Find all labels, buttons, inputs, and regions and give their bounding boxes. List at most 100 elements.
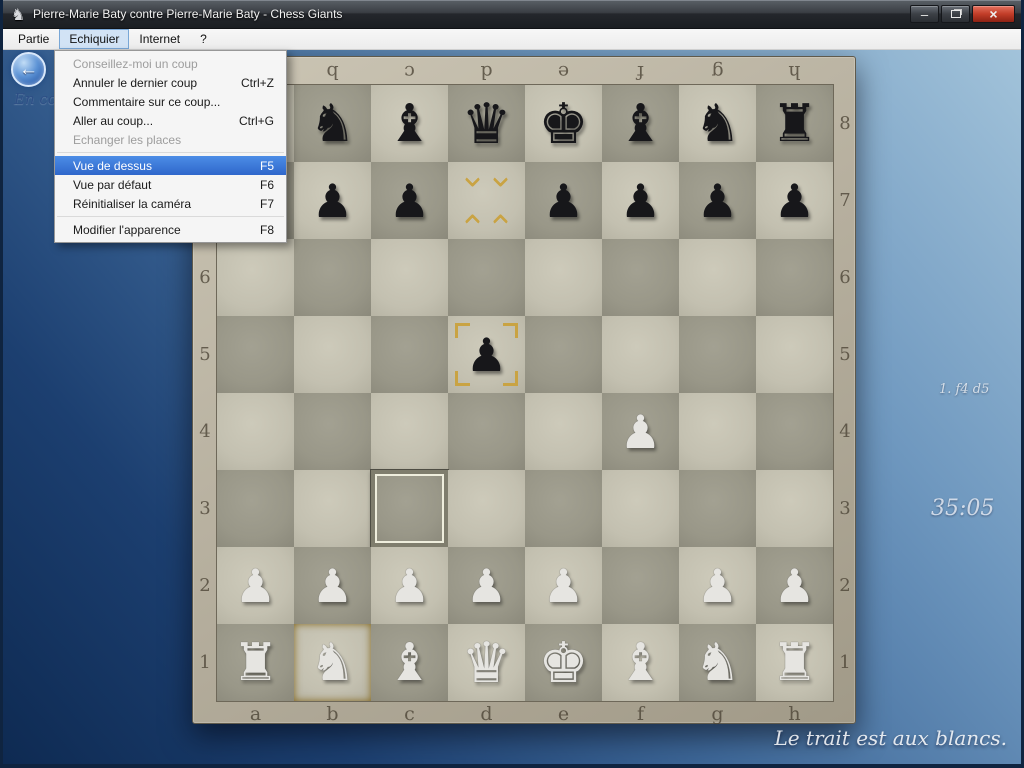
square-h7[interactable]: ♟	[756, 162, 833, 239]
window-title: Pierre-Marie Baty contre Pierre-Marie Ba…	[33, 0, 342, 29]
square-a4[interactable]	[217, 393, 294, 470]
square-b5[interactable]	[294, 316, 371, 393]
black-pawn: ♟	[389, 178, 430, 224]
square-d5[interactable]: ♟	[448, 316, 525, 393]
square-e2[interactable]: ♟	[525, 547, 602, 624]
white-pawn: ♟	[389, 563, 430, 609]
square-e4[interactable]	[525, 393, 602, 470]
square-c3[interactable]	[371, 470, 448, 547]
square-h3[interactable]	[756, 470, 833, 547]
menu-item-vue-par-defaut[interactable]: Vue par défautF6	[55, 175, 286, 194]
menu-item-vue-de-dessus[interactable]: Vue de dessusF5	[55, 156, 286, 175]
square-d1[interactable]: ♛	[448, 624, 525, 701]
rank-labels-right: 87654321	[833, 85, 857, 701]
menubar-item-internet[interactable]: Internet	[129, 29, 190, 49]
back-button[interactable]: ←	[11, 52, 46, 87]
square-g2[interactable]: ♟	[679, 547, 756, 624]
rank-label-5: 5	[833, 316, 857, 393]
square-a6[interactable]	[217, 239, 294, 316]
square-c8[interactable]: ♝	[371, 85, 448, 162]
square-e3[interactable]	[525, 470, 602, 547]
menu-item-annuler-le-dernier-coup[interactable]: Annuler le dernier coupCtrl+Z	[55, 73, 286, 92]
square-d6[interactable]	[448, 239, 525, 316]
menu-separator	[57, 216, 284, 217]
square-g4[interactable]	[679, 393, 756, 470]
square-f1[interactable]: ♝	[602, 624, 679, 701]
square-b2[interactable]: ♟	[294, 547, 371, 624]
menu-item-modifier-l-apparence[interactable]: Modifier l'apparence F8	[55, 220, 286, 239]
square-d7[interactable]	[448, 162, 525, 239]
square-b4[interactable]	[294, 393, 371, 470]
app-window: ♞ Pierre-Marie Baty contre Pierre-Marie …	[0, 0, 1024, 768]
square-h1[interactable]: ♜	[756, 624, 833, 701]
square-f5[interactable]	[602, 316, 679, 393]
square-f6[interactable]	[602, 239, 679, 316]
square-d4[interactable]	[448, 393, 525, 470]
rank-label-3: 3	[193, 470, 217, 547]
square-g8[interactable]: ♞	[679, 85, 756, 162]
square-c5[interactable]	[371, 316, 448, 393]
square-e6[interactable]	[525, 239, 602, 316]
file-label-f: f	[602, 703, 679, 723]
menu-item-aller-au-coup[interactable]: Aller au coup...Ctrl+G	[55, 111, 286, 130]
square-h8[interactable]: ♜	[756, 85, 833, 162]
square-f7[interactable]: ♟	[602, 162, 679, 239]
square-h4[interactable]	[756, 393, 833, 470]
menubar-item-partie[interactable]: Partie	[8, 29, 59, 49]
menubar-item-help[interactable]: ?	[190, 29, 217, 49]
menubar-item-echiquier[interactable]: Echiquier	[59, 29, 129, 49]
menu-item-shortcut: F8	[260, 223, 274, 237]
square-g6[interactable]	[679, 239, 756, 316]
square-c1[interactable]: ♝	[371, 624, 448, 701]
black-rook: ♜	[771, 98, 818, 150]
square-e1[interactable]: ♚	[525, 624, 602, 701]
square-b8[interactable]: ♞	[294, 85, 371, 162]
black-pawn: ♟	[620, 178, 661, 224]
square-e8[interactable]: ♚	[525, 85, 602, 162]
square-f2[interactable]	[602, 547, 679, 624]
square-f3[interactable]	[602, 470, 679, 547]
turn-status: Le trait est aux blancs.	[774, 726, 1007, 750]
square-b6[interactable]	[294, 239, 371, 316]
square-e5[interactable]	[525, 316, 602, 393]
square-d3[interactable]	[448, 470, 525, 547]
square-e7[interactable]: ♟	[525, 162, 602, 239]
file-label-a: a	[217, 703, 294, 723]
white-pawn: ♟	[312, 563, 353, 609]
menu-item-reinitialiser-la-camera[interactable]: Réinitialiser la caméraF7	[55, 194, 286, 213]
square-b1[interactable]: ♞	[294, 624, 371, 701]
minimize-button[interactable]: –	[910, 5, 939, 23]
square-h5[interactable]	[756, 316, 833, 393]
rank-label-6: 6	[193, 239, 217, 316]
titlebar[interactable]: ♞ Pierre-Marie Baty contre Pierre-Marie …	[3, 0, 1021, 29]
square-a2[interactable]: ♟	[217, 547, 294, 624]
square-h6[interactable]	[756, 239, 833, 316]
square-d8[interactable]: ♛	[448, 85, 525, 162]
square-a1[interactable]: ♜	[217, 624, 294, 701]
maximize-button[interactable]	[941, 5, 970, 23]
menu-item-commentaire-sur-ce-coup[interactable]: Commentaire sur ce coup...	[55, 92, 286, 111]
square-a5[interactable]	[217, 316, 294, 393]
square-c2[interactable]: ♟	[371, 547, 448, 624]
echiquier-menu: Conseillez-moi un coupAnnuler le dernier…	[54, 50, 287, 243]
square-g7[interactable]: ♟	[679, 162, 756, 239]
menu-item-label: Vue de dessus	[73, 159, 246, 173]
square-d2[interactable]: ♟	[448, 547, 525, 624]
square-f4[interactable]: ♟	[602, 393, 679, 470]
square-g1[interactable]: ♞	[679, 624, 756, 701]
square-g3[interactable]	[679, 470, 756, 547]
white-bishop: ♝	[386, 637, 433, 689]
square-f8[interactable]: ♝	[602, 85, 679, 162]
square-b7[interactable]: ♟	[294, 162, 371, 239]
square-h2[interactable]: ♟	[756, 547, 833, 624]
square-b3[interactable]	[294, 470, 371, 547]
square-c7[interactable]: ♟	[371, 162, 448, 239]
square-a3[interactable]	[217, 470, 294, 547]
square-g5[interactable]	[679, 316, 756, 393]
square-c4[interactable]	[371, 393, 448, 470]
square-c6[interactable]	[371, 239, 448, 316]
menu-item-label: Modifier l'apparence	[73, 223, 246, 237]
file-label-h: h	[756, 59, 833, 83]
close-button[interactable]: ×	[972, 5, 1015, 23]
menu-item-label: Vue par défaut	[73, 178, 246, 192]
